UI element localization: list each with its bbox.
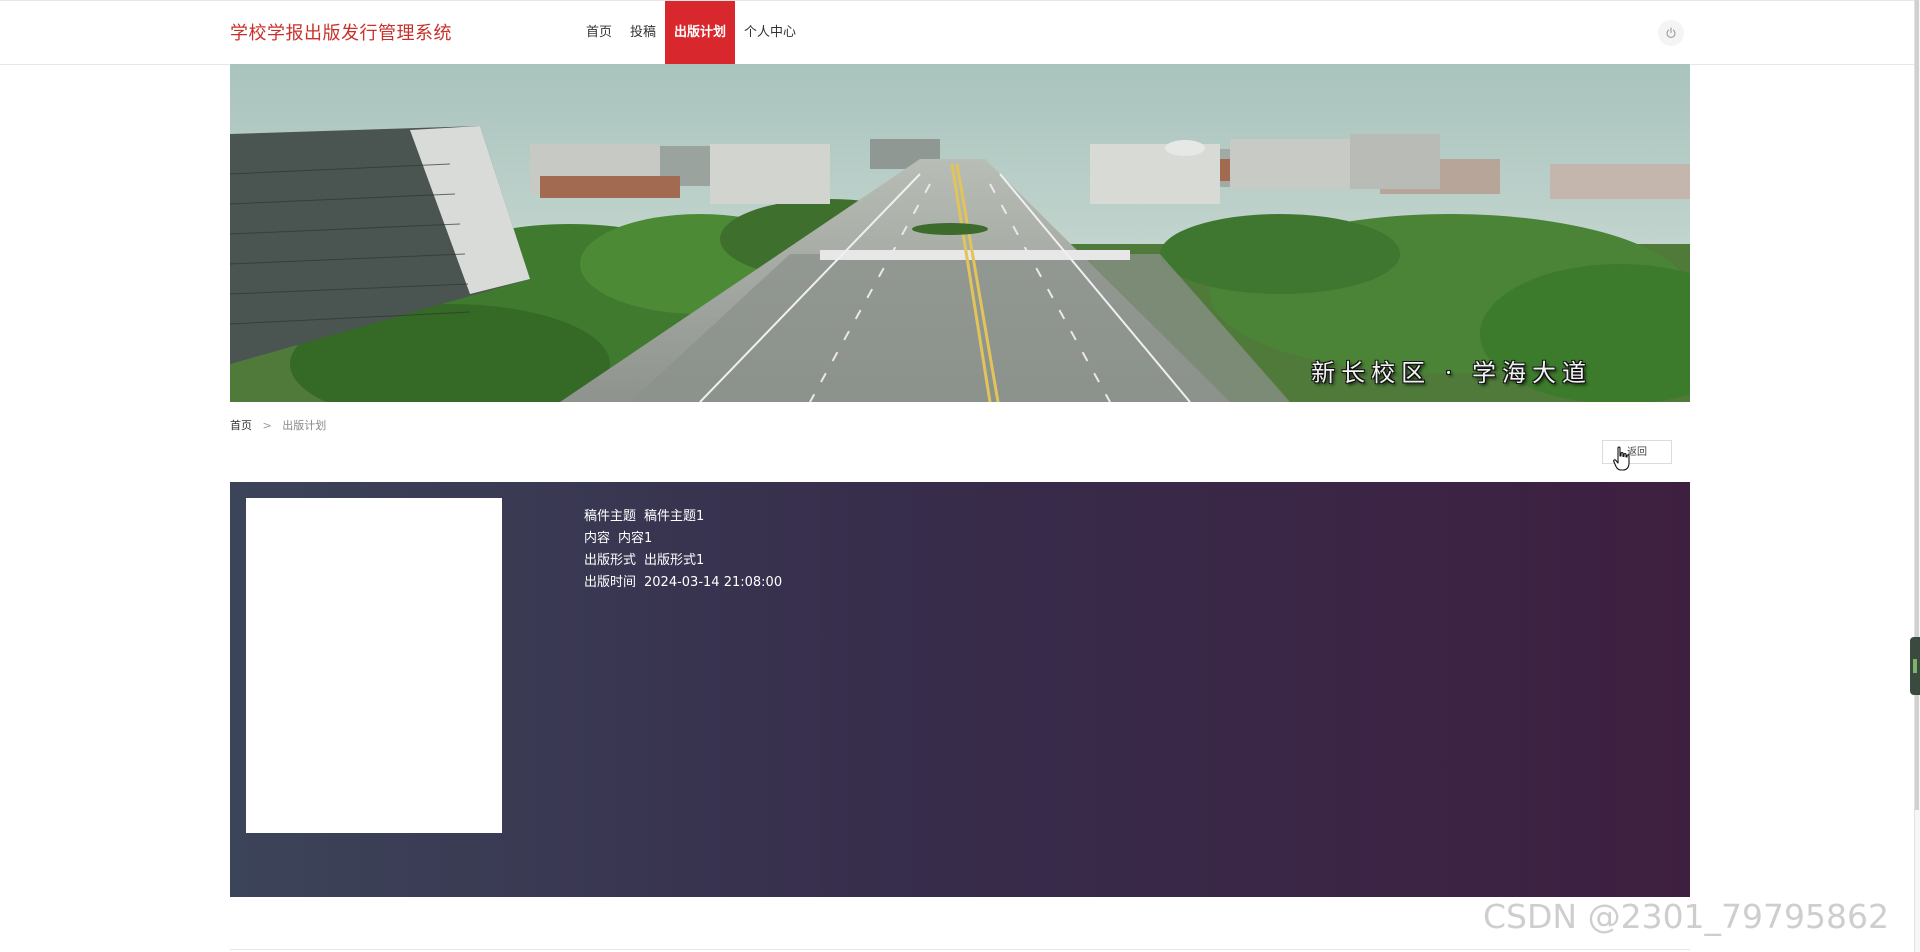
campus-banner-image [230,64,1690,402]
field-label: 出版时间 [584,575,637,590]
field-publish-form: 出版形式 出版形式1 [584,550,782,572]
logout-button[interactable] [1658,20,1684,46]
power-icon [1666,27,1676,38]
publish-plan-detail-panel: 稿件主题 稿件主题1 内容 内容1 出版形式 出版形式1 出版时间 2024-03-14… [230,482,1690,897]
cover-image [246,498,502,833]
field-content: 内容 内容1 [584,528,782,550]
breadcrumb-home-link[interactable]: 首页 [230,419,252,432]
breadcrumb: 首页 > 出版计划 [230,417,326,433]
hand-cursor-icon [1613,446,1630,471]
field-value: 稿件主题1 [644,509,705,524]
field-topic: 稿件主题 稿件主题1 [584,506,782,528]
campus-banner: 新长校区 · 学海大道 [230,64,1690,402]
nav-item-submit[interactable]: 投稿 [621,1,665,64]
main-nav: 首页 投稿 出版计划 个人中心 [577,1,805,64]
top-navbar: 学校学报出版发行管理系统 首页 投稿 出版计划 个人中心 [0,0,1915,65]
nav-item-personal-center[interactable]: 个人中心 [735,1,805,64]
detail-info: 稿件主题 稿件主题1 内容 内容1 出版形式 出版形式1 出版时间 2024-03-14… [584,506,782,594]
field-label: 稿件主题 [584,509,637,524]
nav-item-home[interactable]: 首页 [577,1,621,64]
field-publish-time: 出版时间 2024-03-14 21:08:00 [584,572,782,594]
breadcrumb-current: 出版计划 [282,419,327,432]
field-label: 内容 [584,531,611,546]
side-floating-tab[interactable] [1910,637,1920,695]
csdn-watermark: CSDN @2301_79795862 [1483,897,1890,936]
nav-item-publish-plan[interactable]: 出版计划 [665,1,736,64]
breadcrumb-separator: > [262,419,272,432]
field-value: 2024-03-14 21:08:00 [644,575,783,590]
site-title[interactable]: 学校学报出版发行管理系统 [230,19,452,45]
banner-caption: 新长校区 · 学海大道 [1311,359,1592,387]
field-value: 出版形式1 [644,553,705,568]
footer-divider [230,949,1690,950]
field-label: 出版形式 [584,553,637,568]
field-value: 内容1 [618,531,653,546]
